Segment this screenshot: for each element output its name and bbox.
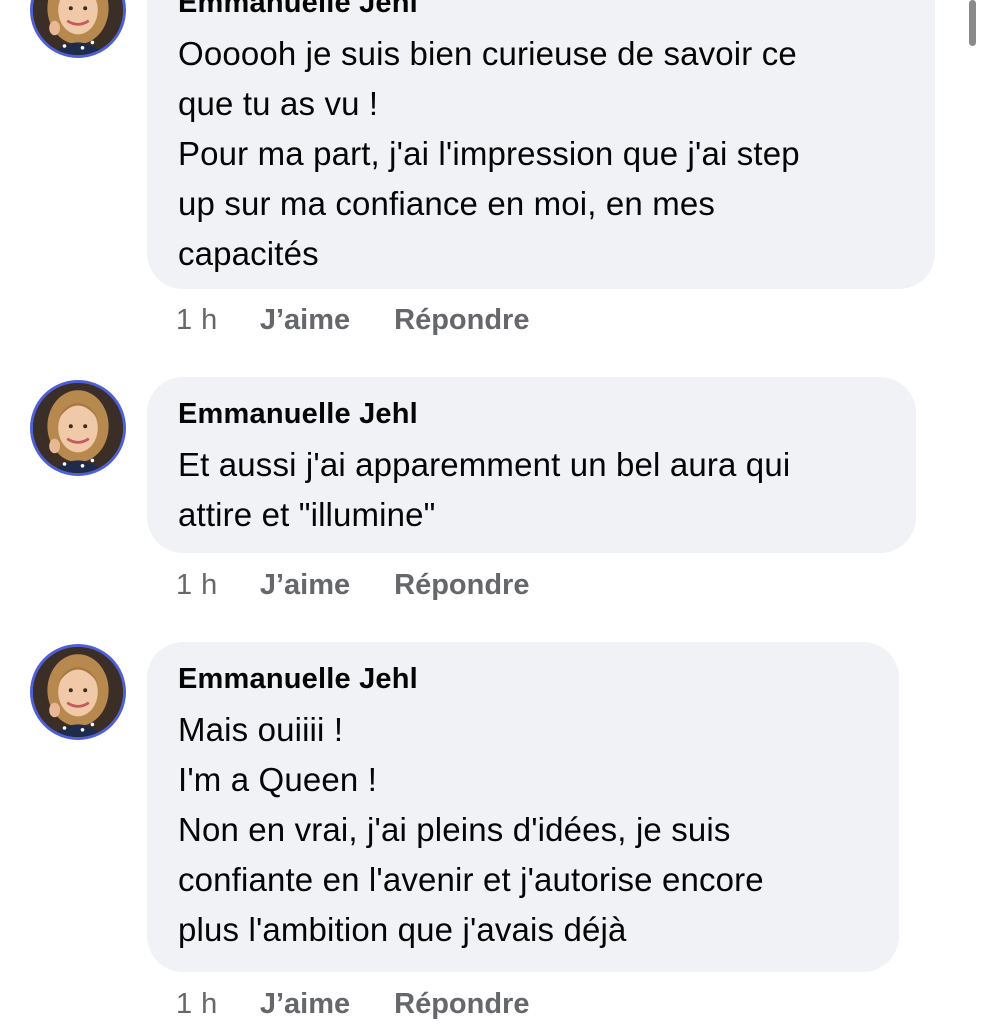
comment-bubble[interactable]: Emmanuelle Jehl Et aussi j'ai apparemmen… bbox=[147, 377, 916, 553]
profile-photo-icon bbox=[33, 383, 123, 473]
comment-text: Mais ouiiii ! I'm a Queen ! Non en vrai,… bbox=[178, 711, 764, 948]
comment-time: 1 h bbox=[176, 987, 218, 1020]
comment-actions: 1 h J’aime Répondre bbox=[176, 300, 573, 340]
avatar[interactable] bbox=[30, 644, 126, 740]
like-button[interactable]: J’aime bbox=[260, 988, 350, 1021]
comment-actions: 1 h J’aime Répondre bbox=[176, 984, 573, 1024]
comment-bubble[interactable]: Emmanuelle Jehl Oooooh je suis bien curi… bbox=[147, 0, 935, 289]
profile-photo-icon bbox=[33, 0, 123, 55]
comment-text: Oooooh je suis bien curieuse de savoir c… bbox=[178, 35, 800, 272]
comment-time: 1 h bbox=[176, 303, 218, 336]
like-button[interactable]: J’aime bbox=[260, 569, 350, 602]
comment-author[interactable]: Emmanuelle Jehl bbox=[178, 397, 884, 431]
reply-button[interactable]: Répondre bbox=[394, 304, 529, 337]
comment-bubble[interactable]: Emmanuelle Jehl Mais ouiiii ! I'm a Quee… bbox=[147, 642, 899, 972]
comment-author[interactable]: Emmanuelle Jehl bbox=[178, 0, 903, 20]
like-button[interactable]: J’aime bbox=[260, 304, 350, 337]
comment-actions: 1 h J’aime Répondre bbox=[176, 565, 573, 605]
comment-text: Et aussi j'ai apparemment un bel aura qu… bbox=[178, 446, 791, 533]
comment-author[interactable]: Emmanuelle Jehl bbox=[178, 662, 867, 696]
reply-button[interactable]: Répondre bbox=[394, 988, 529, 1021]
scrollbar[interactable] bbox=[969, 0, 976, 46]
avatar[interactable] bbox=[30, 0, 126, 58]
reply-button[interactable]: Répondre bbox=[394, 569, 529, 602]
avatar[interactable] bbox=[30, 380, 126, 476]
comment-time: 1 h bbox=[176, 568, 218, 601]
profile-photo-icon bbox=[33, 647, 123, 737]
